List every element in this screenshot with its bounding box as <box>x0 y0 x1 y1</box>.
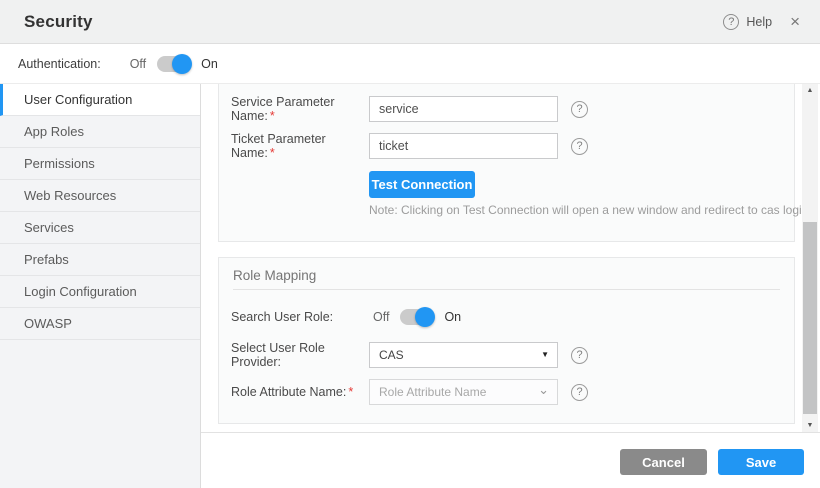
authentication-bar: Authentication: Off On <box>0 44 820 84</box>
footer-bar: Cancel Save <box>201 432 820 488</box>
cancel-button[interactable]: Cancel <box>620 449 707 475</box>
toggle-knob <box>415 307 435 327</box>
service-parameter-label-text: Service Parameter Name: <box>231 95 335 123</box>
sidebar-item-user-configuration[interactable]: User Configuration <box>0 84 200 116</box>
sidebar-item-login-configuration[interactable]: Login Configuration <box>0 276 200 308</box>
page-title: Security <box>24 12 93 32</box>
required-marker: * <box>348 385 353 399</box>
sidebar-item-prefabs[interactable]: Prefabs <box>0 244 200 276</box>
search-user-role-row: Search User Role: Off On <box>231 304 784 330</box>
divider <box>233 289 780 290</box>
test-connection-note: Note: Clicking on Test Connection will o… <box>369 203 808 217</box>
role-attribute-placeholder: Role Attribute Name <box>379 385 486 399</box>
user-role-provider-select[interactable]: CAS ▼ <box>369 342 558 368</box>
authentication-toggle[interactable] <box>157 56 190 72</box>
service-parameter-label: Service Parameter Name:* <box>231 95 369 123</box>
scroll-down-icon[interactable]: ▼ <box>802 419 818 432</box>
user-role-provider-label: Select User Role Provider: <box>231 341 369 369</box>
toggle-knob <box>172 54 192 74</box>
scroll-area: Service Parameter Name:* ? Ticket Parame… <box>201 84 820 432</box>
user-role-provider-help-icon[interactable]: ? <box>571 347 588 364</box>
close-icon[interactable]: × <box>790 14 800 30</box>
sidebar-item-web-resources[interactable]: Web Resources <box>0 180 200 212</box>
save-button[interactable]: Save <box>718 449 804 475</box>
required-marker: * <box>270 146 275 160</box>
vertical-scrollbar[interactable]: ▲ ▼ <box>802 84 818 432</box>
sidebar-item-services[interactable]: Services <box>0 212 200 244</box>
user-role-provider-value: CAS <box>379 348 404 362</box>
required-marker: * <box>270 109 275 123</box>
search-user-role-toggle[interactable] <box>400 309 433 325</box>
sidebar-item-app-roles[interactable]: App Roles <box>0 116 200 148</box>
scrollbar-thumb[interactable] <box>803 222 817 414</box>
authentication-on-label: On <box>201 57 218 71</box>
scroll-up-icon[interactable]: ▲ <box>802 84 818 97</box>
ticket-parameter-row: Ticket Parameter Name:* ? <box>231 133 784 159</box>
ticket-parameter-help-icon[interactable]: ? <box>571 138 588 155</box>
test-connection-row: Test Connection <box>231 171 784 198</box>
help-icon[interactable]: ? <box>723 14 739 30</box>
test-connection-button[interactable]: Test Connection <box>369 171 475 198</box>
chevron-down-icon: ⌄ <box>538 378 549 402</box>
role-attribute-row: Role Attribute Name:* Role Attribute Nam… <box>231 379 784 405</box>
service-parameter-help-icon[interactable]: ? <box>571 101 588 118</box>
search-user-role-on-label: On <box>444 310 461 324</box>
authentication-label: Authentication: <box>18 57 101 71</box>
security-dialog: Security ? Help × Authentication: Off On… <box>0 0 820 488</box>
role-attribute-label-text: Role Attribute Name: <box>231 385 346 399</box>
ticket-parameter-label-text: Ticket Parameter Name: <box>231 132 326 160</box>
ticket-parameter-input[interactable] <box>369 133 558 159</box>
sidebar: User Configuration App Roles Permissions… <box>0 84 201 488</box>
role-attribute-combobox[interactable]: Role Attribute Name ⌄ <box>369 379 558 405</box>
title-bar: Security ? Help × <box>0 0 820 44</box>
service-parameter-row: Service Parameter Name:* ? <box>231 96 784 122</box>
sidebar-item-permissions[interactable]: Permissions <box>0 148 200 180</box>
titlebar-actions: ? Help × <box>723 14 800 30</box>
role-mapping-panel: Role Mapping Search User Role: Off On Se… <box>218 257 795 424</box>
sidebar-item-owasp[interactable]: OWASP <box>0 308 200 340</box>
authentication-off-label: Off <box>130 57 146 71</box>
connection-parameters-panel: Service Parameter Name:* ? Ticket Parame… <box>218 84 795 242</box>
search-user-role-label: Search User Role: <box>231 310 369 324</box>
service-parameter-input[interactable] <box>369 96 558 122</box>
content-area: Service Parameter Name:* ? Ticket Parame… <box>201 84 820 488</box>
role-mapping-title: Role Mapping <box>233 268 316 283</box>
help-link[interactable]: Help <box>746 15 772 29</box>
search-user-role-off-label: Off <box>373 310 389 324</box>
dropdown-arrow-icon: ▼ <box>541 343 549 367</box>
user-role-provider-row: Select User Role Provider: CAS ▼ ? <box>231 342 784 368</box>
ticket-parameter-label: Ticket Parameter Name:* <box>231 132 369 160</box>
role-attribute-help-icon[interactable]: ? <box>571 384 588 401</box>
role-attribute-label: Role Attribute Name:* <box>231 385 369 399</box>
